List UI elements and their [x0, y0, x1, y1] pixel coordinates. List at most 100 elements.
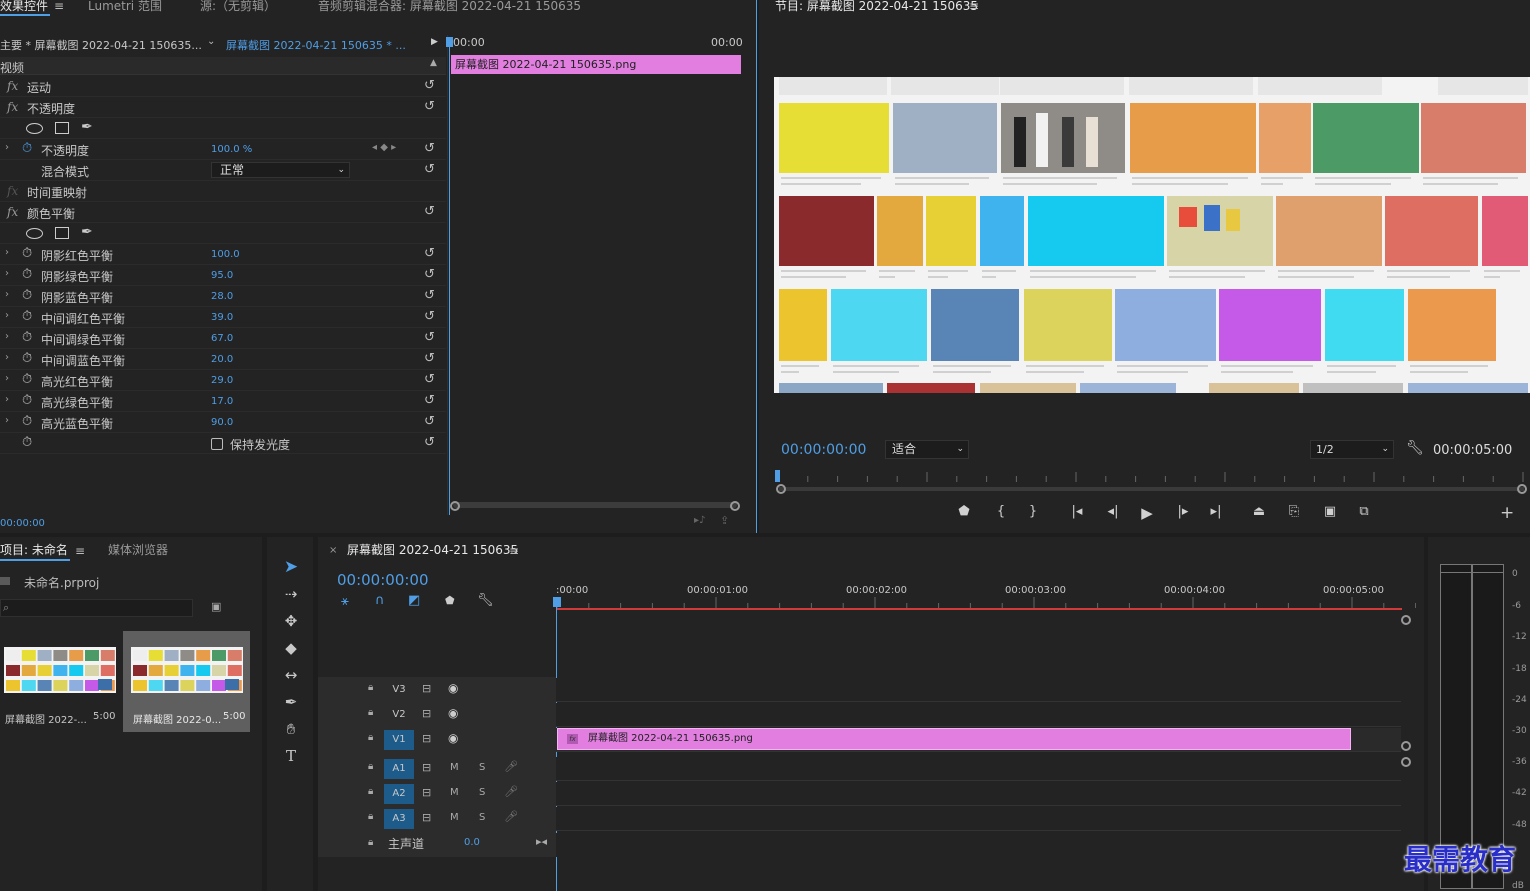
program-viewer[interactable] [774, 77, 1530, 393]
sync-lock-icon[interactable]: ⊟ [422, 761, 431, 774]
param-value[interactable]: 67.0 [211, 333, 233, 344]
expand-icon[interactable]: › [5, 415, 9, 426]
track-lane[interactable] [556, 757, 1401, 781]
expand-icon[interactable]: › [5, 373, 9, 384]
fx-icon[interactable]: fx [7, 79, 18, 93]
go-out-icon[interactable]: ▸| [1206, 504, 1226, 519]
expand-icon[interactable]: › [5, 352, 9, 363]
lock-icon[interactable]: 🔒︎ [368, 837, 373, 848]
stopwatch-icon[interactable]: ⏱︎ [22, 309, 32, 324]
program-ruler[interactable] [774, 470, 1524, 484]
hand-icon[interactable]: ✋︎ [280, 718, 302, 740]
effect-row[interactable]: › ⏱︎ 中间调蓝色平衡 20.0 ↺ [0, 349, 446, 370]
solo-button[interactable]: S [479, 762, 485, 773]
master-clip-label[interactable]: 主要 * 屏幕截图 2022-04-21 150635... [0, 37, 202, 53]
reset-icon[interactable]: ↺ [424, 309, 435, 324]
mute-button[interactable]: M [450, 812, 459, 823]
timeline-vscroll-bottom[interactable] [1401, 757, 1411, 767]
reset-icon[interactable]: ↺ [424, 435, 435, 450]
project-item[interactable]: 屏幕截图 2022-... 5:00 [0, 631, 120, 731]
param-value[interactable]: 90.0 [211, 417, 233, 428]
stopwatch-icon[interactable]: ⏱︎ [22, 141, 32, 156]
checkbox[interactable] [211, 438, 223, 450]
mini-timeline[interactable]: 00:00 00:00 屏幕截图 2022-04-21 150635.png ▸… [446, 35, 743, 527]
reset-icon[interactable]: ↺ [424, 141, 435, 156]
export-icon[interactable]: ⇪ [720, 514, 729, 527]
effect-row[interactable]: › ⏱︎ 高光蓝色平衡 90.0 ↺ [0, 412, 446, 433]
stopwatch-icon[interactable]: ⏱︎ [22, 246, 32, 261]
tab-project[interactable]: 项目: 未命名 [0, 544, 68, 558]
reset-icon[interactable]: ↺ [424, 393, 435, 408]
expand-icon[interactable]: › [5, 268, 9, 279]
track-target[interactable]: V1 [384, 730, 414, 750]
timeline-vscroll-top[interactable] [1401, 615, 1411, 625]
program-playhead[interactable] [775, 470, 780, 482]
out-icon[interactable]: } [1023, 504, 1043, 519]
reset-icon[interactable]: ↺ [424, 162, 435, 177]
rect-mask-icon[interactable] [55, 227, 69, 239]
add-button-icon[interactable]: + [1500, 503, 1514, 523]
master-track-lane[interactable] [556, 833, 1401, 857]
sync-lock-icon[interactable]: ⊟ [422, 732, 431, 745]
effect-row[interactable]: › ⏱︎ 高光绿色平衡 17.0 ↺ [0, 391, 446, 412]
track-lane[interactable] [556, 807, 1401, 831]
effect-row[interactable]: › ⏱︎ 阴影蓝色平衡 28.0 ↺ [0, 286, 446, 307]
ripple-edit-icon[interactable]: ✥ [280, 610, 302, 632]
lock-icon[interactable]: 🔒︎ [368, 682, 373, 693]
slip-icon[interactable]: ↔ [280, 664, 302, 686]
effect-row[interactable]: › ⏱︎ 阴影红色平衡 100.0 ↺ [0, 244, 446, 265]
fx-icon[interactable]: fx [7, 100, 18, 114]
track-lane[interactable] [556, 703, 1401, 727]
extract-icon[interactable]: ⎘ [1284, 504, 1304, 519]
tab-audio-mixer[interactable]: 音频剪辑混合器: 屏幕截图 2022-04-21 150635 [318, 0, 581, 14]
type-icon[interactable]: T [280, 745, 302, 767]
param-value[interactable]: 29.0 [211, 375, 233, 386]
mask-tools-row[interactable]: ✒ [0, 118, 446, 139]
param-value[interactable]: 95.0 [211, 270, 233, 281]
zoom-handle-right[interactable] [1517, 484, 1527, 494]
stopwatch-icon[interactable]: ⏱︎ [22, 414, 32, 429]
ellipse-mask-icon[interactable] [26, 123, 43, 134]
effect-row[interactable]: fx 运动 ↺ [0, 76, 446, 97]
effect-row[interactable]: › ⏱︎ 阴影绿色平衡 95.0 ↺ [0, 265, 446, 286]
reset-icon[interactable]: ↺ [424, 267, 435, 282]
track-target[interactable]: A3 [384, 809, 414, 829]
marker-icon[interactable]: ⬟ [954, 504, 974, 519]
effect-row[interactable]: › ⏱︎ 高光红色平衡 29.0 ↺ [0, 370, 446, 391]
lock-icon[interactable]: 🔒︎ [368, 811, 373, 822]
step-back-icon[interactable]: ◂| [1103, 504, 1123, 519]
sync-lock-icon[interactable]: ⊟ [422, 786, 431, 799]
sync-lock-icon[interactable]: ⊟ [422, 811, 431, 824]
track-lane[interactable] [556, 782, 1401, 806]
expand-icon[interactable]: › [5, 247, 9, 258]
fx-icon[interactable]: fx [7, 205, 18, 219]
lock-icon[interactable]: 🔒︎ [368, 761, 373, 772]
timeline-clip[interactable]: fx 屏幕截图 2022-04-21 150635.png [557, 728, 1351, 750]
program-menu-icon[interactable]: ≡ [969, 0, 979, 13]
param-value[interactable]: 17.0 [211, 396, 233, 407]
reset-icon[interactable]: ↺ [424, 78, 435, 93]
param-value[interactable]: 28.0 [211, 291, 233, 302]
wrench-icon[interactable]: 🔧︎ [1406, 440, 1424, 456]
scroll-handle-left[interactable] [450, 501, 460, 511]
reset-icon[interactable]: ↺ [424, 414, 435, 429]
zoom-handle-left[interactable] [776, 484, 786, 494]
reset-icon[interactable]: ↺ [424, 330, 435, 345]
expand-icon[interactable]: › [5, 310, 9, 321]
fit-select[interactable]: 适合 ⌄ [885, 440, 969, 459]
camera-icon[interactable]: ▣ [1320, 504, 1340, 519]
resolution-select[interactable]: 1/2 ⌄ [1310, 440, 1394, 459]
program-timecode[interactable]: 00:00:00:00 [781, 442, 866, 458]
reset-icon[interactable]: ↺ [424, 288, 435, 303]
param-value[interactable]: 20.0 [211, 354, 233, 365]
filter-audio-icon[interactable]: ▸♪ [694, 515, 705, 526]
stopwatch-icon[interactable]: ⏱︎ [22, 267, 32, 282]
mic-icon[interactable]: 🎤︎ [504, 810, 518, 823]
stopwatch-icon[interactable]: ⏱︎ [22, 435, 32, 450]
project-menu-icon[interactable]: ≡ [75, 544, 85, 558]
reset-icon[interactable]: ↺ [424, 351, 435, 366]
in-icon[interactable]: { [991, 504, 1011, 519]
tab-program[interactable]: 节目: 屏幕截图 2022-04-21 150635 [775, 0, 978, 14]
stopwatch-icon[interactable]: ⏱︎ [22, 288, 32, 303]
lock-icon[interactable]: 🔒︎ [368, 707, 373, 718]
